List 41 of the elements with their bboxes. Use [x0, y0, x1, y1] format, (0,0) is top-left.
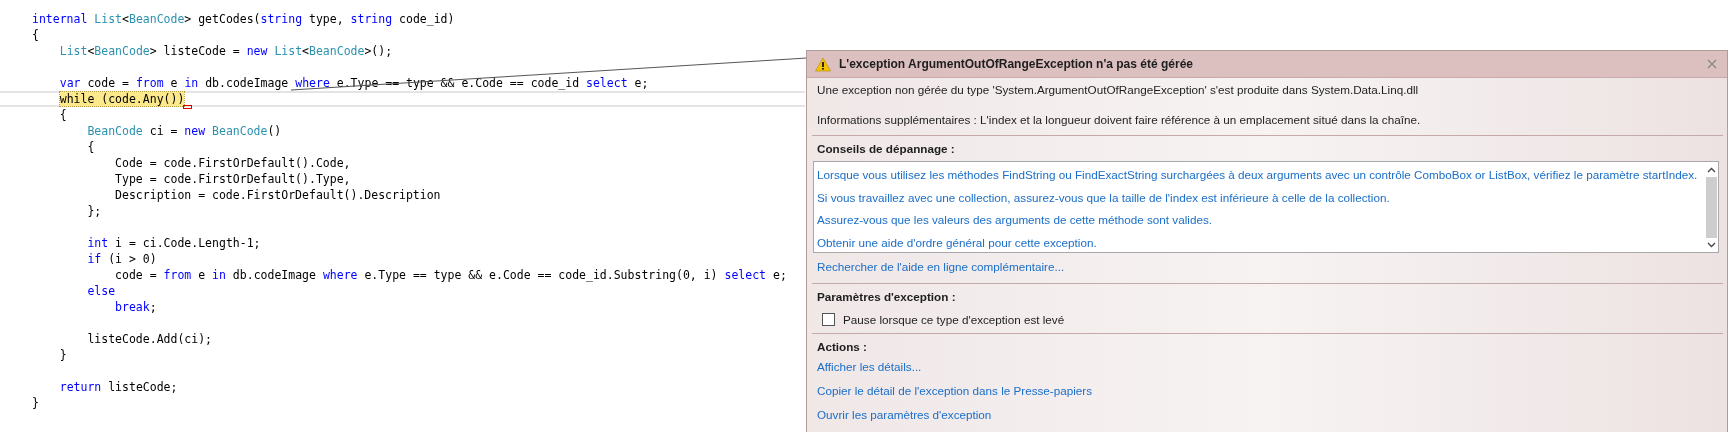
- code-line: Type = code.FirstOrDefault().Type,: [114, 171, 352, 187]
- code-line: }: [31, 395, 40, 411]
- warning-icon: [815, 56, 831, 72]
- code-line: else: [86, 283, 117, 299]
- code-line: List<BeanCode> listeCode = new List<BeanCode>();: [58, 43, 394, 59]
- code-line: BeanCode ci = new BeanCode(): [86, 123, 283, 139]
- code-line: code = from e in db.codeImage where e.Type == type && e.Code == code_id.Substring(0, i) select e;: [114, 267, 788, 283]
- help-link[interactable]: Rechercher de l'aide en ligne complémentaire...: [812, 257, 1727, 277]
- code-line: }: [58, 347, 68, 363]
- scroll-thumb[interactable]: [1705, 177, 1717, 238]
- action-link[interactable]: Afficher les détails...: [812, 355, 1727, 379]
- code-line: Code = code.FirstOrDefault().Code,: [114, 155, 352, 171]
- code-line: };: [86, 203, 103, 219]
- dialog-title: L'exception ArgumentOutOfRangeException n'a pas été gérée: [839, 57, 1194, 71]
- tip-link[interactable]: Obtenir une aide d'ordre général pour cette exception.: [817, 231, 1704, 254]
- code-line: {: [58, 107, 68, 123]
- code-line: internal List<BeanCode> getCodes(string type, string code_id): [31, 11, 456, 27]
- tip-link[interactable]: Lorsque vous utilisez les méthodes FindString ou FindExactString surchargées à deux arguments avec un contrôle ComboBox or ListBox, vérifiez le paramètre startIndex.: [817, 164, 1704, 187]
- exception-details: Informations supplémentaires : L'index et la longueur doivent faire référence à un emplacement situé dans la chaîne.: [816, 112, 1422, 128]
- section-heading: Paramètres d'exception :: [816, 289, 957, 305]
- scroll-down-icon[interactable]: [1706, 242, 1716, 248]
- code-line: break;: [114, 299, 158, 315]
- code-line: var code = from e in db.codeImage where e.Type == type && e.Code == code_id select e;: [58, 75, 650, 91]
- tip-link[interactable]: Assurez-vous que les valeurs des arguments de cette méthode sont valides.: [817, 209, 1704, 232]
- section-heading: Actions :: [816, 339, 868, 355]
- checkbox-label[interactable]: Pause lorsque ce type d'exception est levé: [843, 312, 1065, 326]
- code-line: {: [31, 27, 40, 43]
- code-line: listeCode.Add(ci);: [86, 331, 213, 347]
- tip-link[interactable]: Si vous travaillez avec une collection, assurez-vous que la taille de l'index est inférieure à celle de la collection.: [817, 186, 1704, 209]
- section-heading: Conseils de dépannage :: [816, 141, 956, 157]
- code-line: while (code.Any()): [0, 91, 805, 107]
- code-line: return listeCode;: [58, 379, 179, 395]
- code-line: Description = code.FirstOrDefault().Description: [114, 187, 442, 203]
- code-line: if (i > 0): [86, 251, 158, 267]
- action-link[interactable]: Copier le détail de l'exception dans le Presse-papiers: [812, 379, 1727, 403]
- checkbox[interactable]: [822, 312, 835, 326]
- code-line: int i = ci.Code.Length-1;: [86, 235, 262, 251]
- exception-message: Une exception non gérée du type 'System.ArgumentOutOfRangeException' s'est produite dans System.Data.Linq.dll: [816, 82, 1420, 98]
- code-line: {: [86, 139, 96, 155]
- action-link[interactable]: Ouvrir les paramètres d'exception: [812, 403, 1727, 427]
- scroll-up-icon[interactable]: [1706, 167, 1716, 173]
